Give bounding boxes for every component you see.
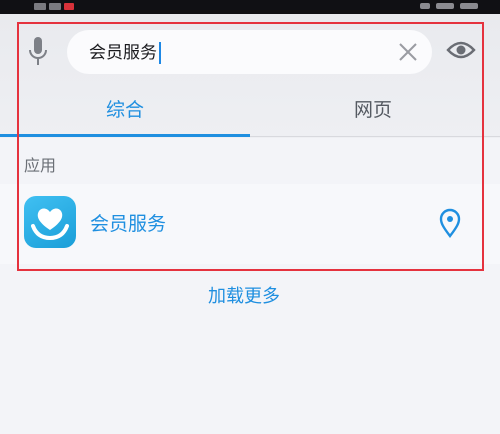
annotation-highlight-frame (17, 22, 484, 271)
status-indicators-right (420, 2, 478, 10)
status-indicators-left (34, 2, 74, 10)
status-bar (0, 0, 500, 14)
load-more-link[interactable]: 加载更多 (208, 286, 280, 308)
